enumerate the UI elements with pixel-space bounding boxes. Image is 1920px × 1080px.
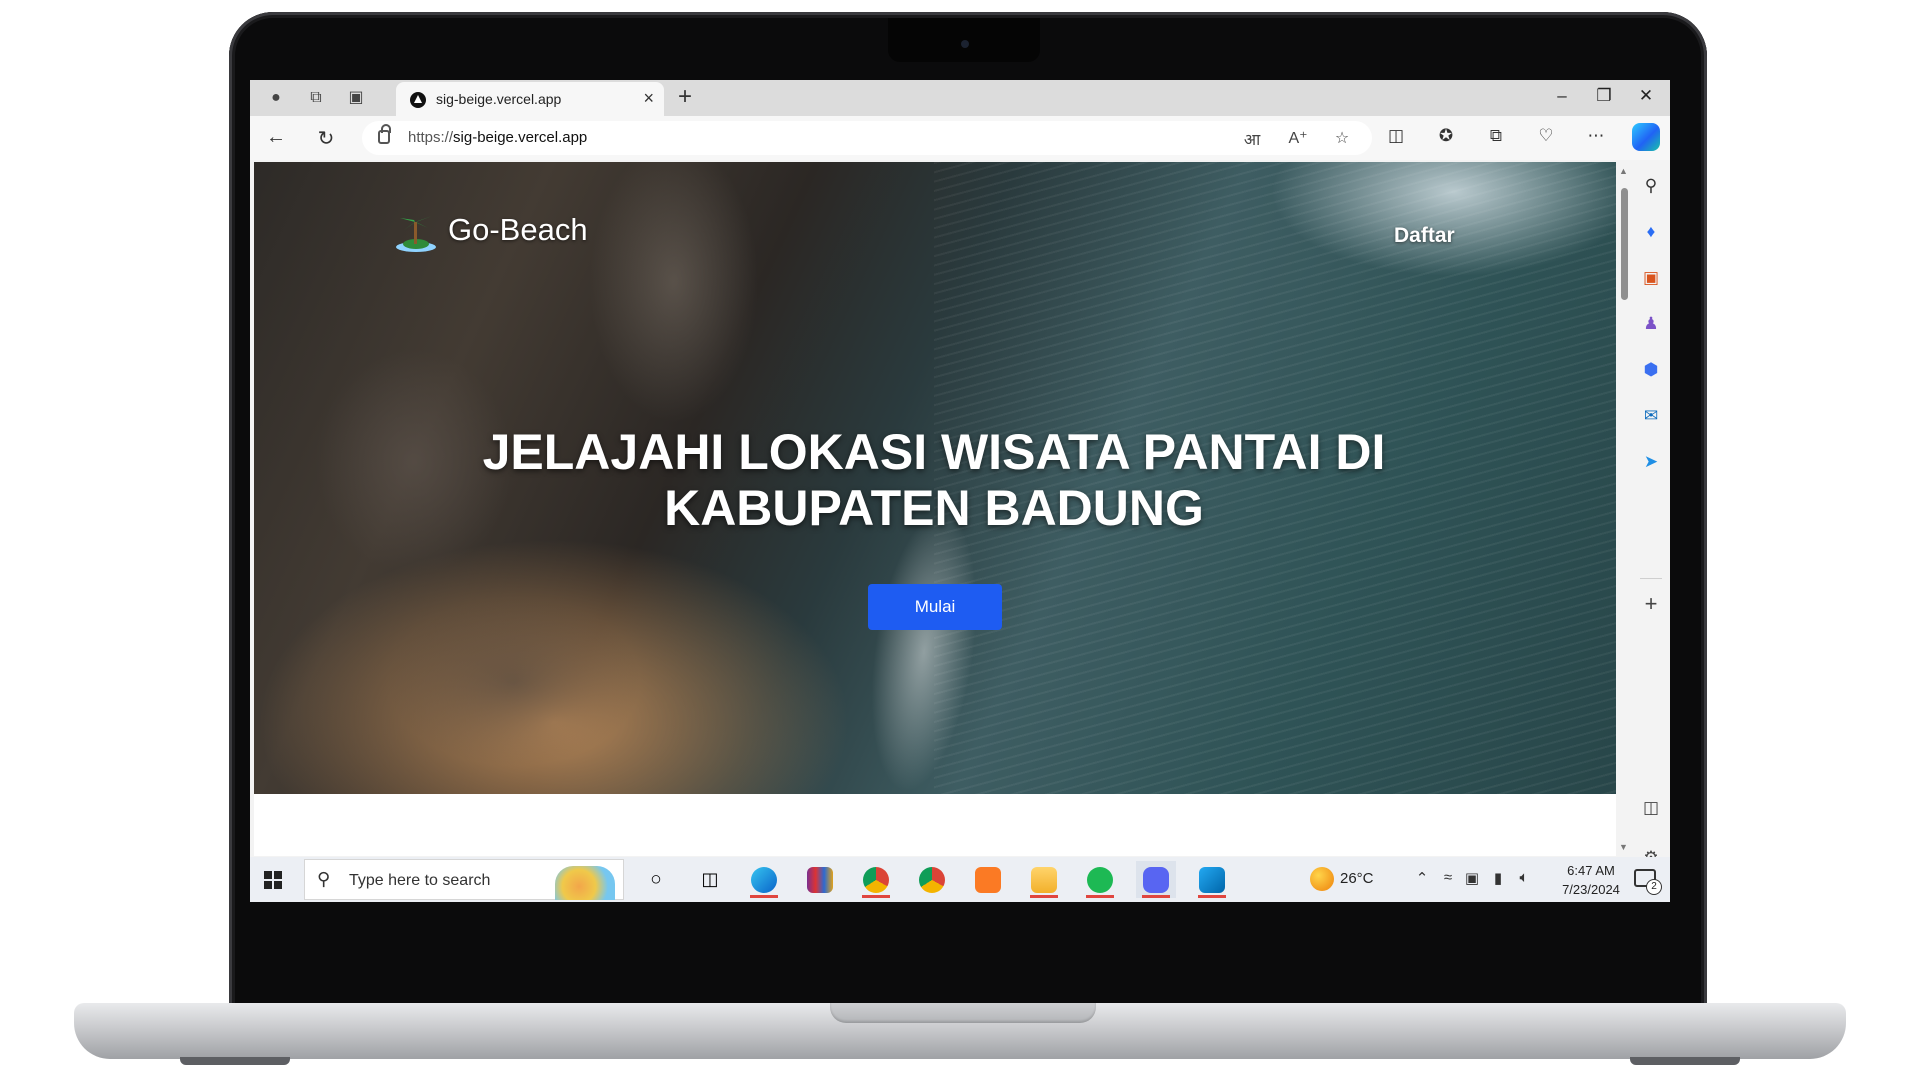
collections-icon[interactable]: ⧉ — [1484, 126, 1508, 146]
tab-close-icon[interactable]: × — [643, 88, 654, 109]
laptop-foot-left — [180, 1057, 290, 1065]
battery-icon[interactable]: ▮ — [1488, 869, 1508, 887]
xampp-icon — [975, 867, 1001, 894]
file-explorer-folder-icon — [1031, 867, 1057, 894]
running-indicator — [1198, 895, 1226, 898]
windows-start-icon[interactable] — [264, 871, 282, 889]
taskbar-search-box[interactable]: ⚲ Type here to search — [304, 859, 624, 900]
wifi-icon[interactable]: ≈ — [1438, 869, 1458, 886]
laptop-opening-notch — [830, 1003, 1096, 1023]
taskbar-discord[interactable] — [1136, 861, 1176, 898]
page-viewport: Go-Beach Daftar JELAJAHI LOKASI WISATA P… — [254, 162, 1616, 856]
microsoft-365-icon[interactable]: ⬢ — [1639, 358, 1663, 382]
running-indicator — [862, 895, 890, 898]
island-logo-icon[interactable] — [394, 210, 438, 254]
taskbar-edge[interactable] — [744, 861, 784, 898]
lock-icon[interactable] — [378, 124, 391, 144]
profile-icon[interactable]: ● — [266, 88, 286, 108]
restore-icon[interactable]: ❐ — [1592, 86, 1616, 106]
add-sidebar-app-plus-icon[interactable]: + — [1639, 592, 1663, 616]
screen: ● ⧉ ▣ sig-beige.vercel.app × + – ❐ ✕ ← ↻… — [250, 80, 1670, 902]
clock-time: 6:47 AM — [1567, 863, 1615, 878]
start-button[interactable]: Mulai — [868, 584, 1002, 630]
workspaces-icon[interactable]: ⧉ — [306, 88, 326, 108]
new-tab-plus-icon[interactable]: + — [678, 83, 692, 111]
hero-headline-line-1: JELAJAHI LOKASI WISATA PANTAI DI — [482, 424, 1386, 480]
task-view-icon[interactable]: ◫ — [690, 861, 730, 898]
page-scrollbar[interactable]: ▲ ▼ — [1618, 162, 1630, 856]
minimize-icon[interactable]: – — [1550, 86, 1574, 106]
volume-icon[interactable]: 🔈︎ — [1514, 869, 1534, 886]
taskbar-search-placeholder: Type here to search — [349, 872, 491, 889]
taskbar-clock[interactable]: 6:47 AM 7/23/2024 — [1556, 861, 1626, 899]
scroll-up-arrow-icon[interactable]: ▲ — [1619, 166, 1628, 176]
spotify-icon — [1087, 867, 1113, 894]
games-icon[interactable]: ♟ — [1639, 312, 1663, 336]
refresh-icon[interactable]: ↻ — [314, 126, 338, 151]
chrome-profile-icon — [863, 867, 889, 894]
favorites-icon[interactable]: ✪ — [1434, 126, 1458, 146]
edge-sidebar: ⚲ ♦ ▣ ♟ ⬢ ✉ ➤ + ◫ ⚙ — [1632, 162, 1670, 867]
hero-section: Go-Beach Daftar JELAJAHI LOKASI WISATA P… — [254, 162, 1616, 826]
translate-icon[interactable]: आ — [1240, 128, 1264, 150]
show-hidden-icons-chevron-icon[interactable]: ⌃ — [1412, 869, 1432, 887]
running-indicator — [1086, 895, 1114, 898]
taskbar-chrome-profile[interactable] — [856, 861, 896, 898]
brand-name[interactable]: Go-Beach — [448, 212, 588, 248]
laptop-foot-right — [1630, 1057, 1740, 1065]
notification-count-badge: 2 — [1646, 879, 1662, 895]
vscode-icon — [1199, 867, 1225, 894]
url-text[interactable]: https://sig-beige.vercel.app — [408, 129, 587, 146]
winrar-icon — [807, 867, 833, 894]
display-icon[interactable]: ▣ — [1462, 869, 1482, 887]
webcam — [961, 40, 969, 48]
search-highlight-illustration — [555, 866, 615, 900]
vercel-favicon-icon — [410, 92, 426, 108]
copilot-icon[interactable] — [1632, 123, 1660, 151]
hero-headline: JELAJAHI LOKASI WISATA PANTAI DI KABUPAT… — [384, 424, 1484, 536]
window-close-icon[interactable]: ✕ — [1634, 86, 1658, 106]
browser-tab[interactable]: sig-beige.vercel.app × — [396, 82, 664, 116]
weather-sun-icon[interactable] — [1310, 867, 1334, 891]
tab-strip: ● ⧉ ▣ sig-beige.vercel.app × + – ❐ ✕ — [250, 80, 1670, 116]
scroll-down-arrow-icon[interactable]: ▼ — [1619, 842, 1628, 852]
navigation-bar: ← ↻ https://sig-beige.vercel.app आ A⁺ ☆ … — [250, 116, 1670, 160]
chrome-icon — [919, 867, 945, 894]
tab-title: sig-beige.vercel.app — [436, 91, 562, 107]
tools-briefcase-icon[interactable]: ▣ — [1639, 266, 1663, 290]
sidebar-divider — [1640, 578, 1662, 579]
hide-sidebar-icon[interactable]: ◫ — [1639, 796, 1663, 820]
hero-headline-line-2: KABUPATEN BADUNG — [664, 480, 1204, 536]
cortana-circle-icon[interactable]: ○ — [636, 861, 676, 898]
favorite-star-icon[interactable]: ☆ — [1330, 128, 1354, 148]
search-magnifier-icon: ⚲ — [317, 869, 331, 889]
weather-temperature[interactable]: 26°C — [1340, 870, 1374, 887]
register-link[interactable]: Daftar — [1394, 224, 1455, 248]
running-indicator — [750, 895, 778, 898]
back-arrow-icon[interactable]: ← — [264, 126, 288, 149]
running-indicator — [1030, 895, 1058, 898]
clock-date: 7/23/2024 — [1562, 882, 1620, 897]
split-screen-icon[interactable]: ◫ — [1384, 126, 1408, 146]
taskbar-file-explorer[interactable] — [1024, 861, 1064, 898]
browser-essentials-icon[interactable]: ♡ — [1534, 126, 1558, 146]
tab-actions-icon[interactable]: ▣ — [346, 88, 366, 108]
address-bar[interactable]: https://sig-beige.vercel.app आ A⁺ ☆ — [362, 121, 1372, 155]
taskbar-chrome[interactable] — [912, 861, 952, 898]
edge-icon — [751, 867, 777, 894]
taskbar-spotify[interactable] — [1080, 861, 1120, 898]
windows-taskbar: ⚲ Type here to search ○ ◫ 26°C ⌃ ≈ ▣ ▮ 🔈… — [250, 857, 1670, 902]
shopping-tag-icon[interactable]: ♦ — [1639, 220, 1663, 244]
scroll-thumb[interactable] — [1621, 188, 1628, 300]
read-aloud-icon[interactable]: A⁺ — [1286, 128, 1310, 148]
search-icon[interactable]: ⚲ — [1639, 174, 1663, 198]
taskbar-xampp[interactable] — [968, 861, 1008, 898]
taskbar-vscode[interactable] — [1192, 861, 1232, 898]
outlook-icon[interactable]: ✉ — [1639, 404, 1663, 428]
more-menu-icon[interactable]: ⋯ — [1584, 126, 1608, 146]
running-indicator — [1142, 895, 1170, 898]
taskbar-winrar[interactable] — [800, 861, 840, 898]
discord-icon — [1143, 867, 1169, 894]
drop-icon[interactable]: ➤ — [1639, 450, 1663, 474]
